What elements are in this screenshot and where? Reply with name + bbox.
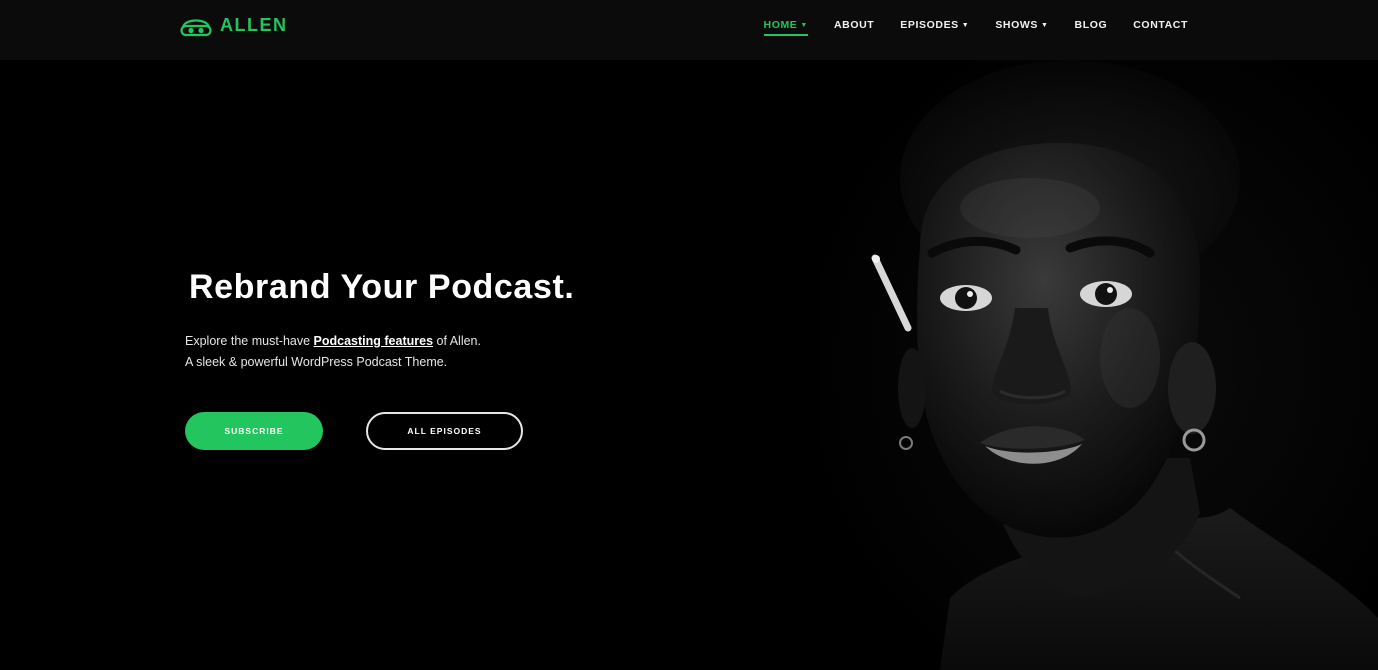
hero-section: Rebrand Your Podcast. Explore the must-h… bbox=[185, 268, 575, 450]
nav-item-blog[interactable]: BLOG bbox=[1075, 19, 1108, 35]
nav-item-about[interactable]: ABOUT bbox=[834, 19, 874, 35]
nav-item-home[interactable]: HOME ▼ bbox=[763, 19, 809, 36]
page: ALLEN HOME ▼ ABOUT EPISODES ▼ SHOWS ▼ BL… bbox=[0, 0, 1378, 670]
nav-item-label: CONTACT bbox=[1133, 19, 1188, 31]
chevron-down-icon: ▼ bbox=[800, 22, 808, 29]
site-logo[interactable]: ALLEN bbox=[180, 13, 288, 37]
podcasting-features-link[interactable]: Podcasting features bbox=[314, 334, 433, 348]
nav-item-episodes[interactable]: EPISODES ▼ bbox=[900, 19, 969, 35]
hero-portrait-image bbox=[820, 58, 1378, 670]
nav-item-label: ABOUT bbox=[833, 19, 875, 31]
hero-description-line-2: A sleek & powerful WordPress Podcast The… bbox=[185, 355, 448, 369]
chevron-down-icon: ▼ bbox=[961, 22, 970, 29]
hero-description: Explore the must-have Podcasting feature… bbox=[185, 331, 574, 373]
subscribe-button[interactable]: SUBSCRIBE bbox=[185, 412, 323, 450]
nav-item-label: EPISODES bbox=[900, 19, 959, 31]
nav-item-label: BLOG bbox=[1074, 19, 1108, 31]
all-episodes-button[interactable]: ALL EPISODES bbox=[366, 412, 523, 450]
chevron-down-icon: ▼ bbox=[1040, 22, 1049, 29]
nav-item-contact[interactable]: CONTACT bbox=[1133, 19, 1188, 35]
hero-text-prefix: Explore the must-have bbox=[185, 334, 314, 348]
nav-item-shows[interactable]: SHOWS ▼ bbox=[995, 19, 1048, 35]
nav-item-label: HOME bbox=[763, 19, 798, 31]
headphones-icon bbox=[180, 19, 212, 37]
hero-title: Rebrand Your Podcast. bbox=[189, 268, 575, 306]
hero-buttons: SUBSCRIBE ALL EPISODES bbox=[185, 412, 585, 452]
hero-text-suffix: of Allen. bbox=[433, 334, 481, 348]
nav-item-label: SHOWS bbox=[995, 19, 1038, 31]
brand-name: ALLEN bbox=[220, 14, 288, 35]
site-header: ALLEN HOME ▼ ABOUT EPISODES ▼ SHOWS ▼ BL… bbox=[0, 0, 1378, 60]
hero-description-line-1: Explore the must-have Podcasting feature… bbox=[185, 331, 574, 352]
main-nav: HOME ▼ ABOUT EPISODES ▼ SHOWS ▼ BLOG CON… bbox=[763, 19, 1188, 36]
